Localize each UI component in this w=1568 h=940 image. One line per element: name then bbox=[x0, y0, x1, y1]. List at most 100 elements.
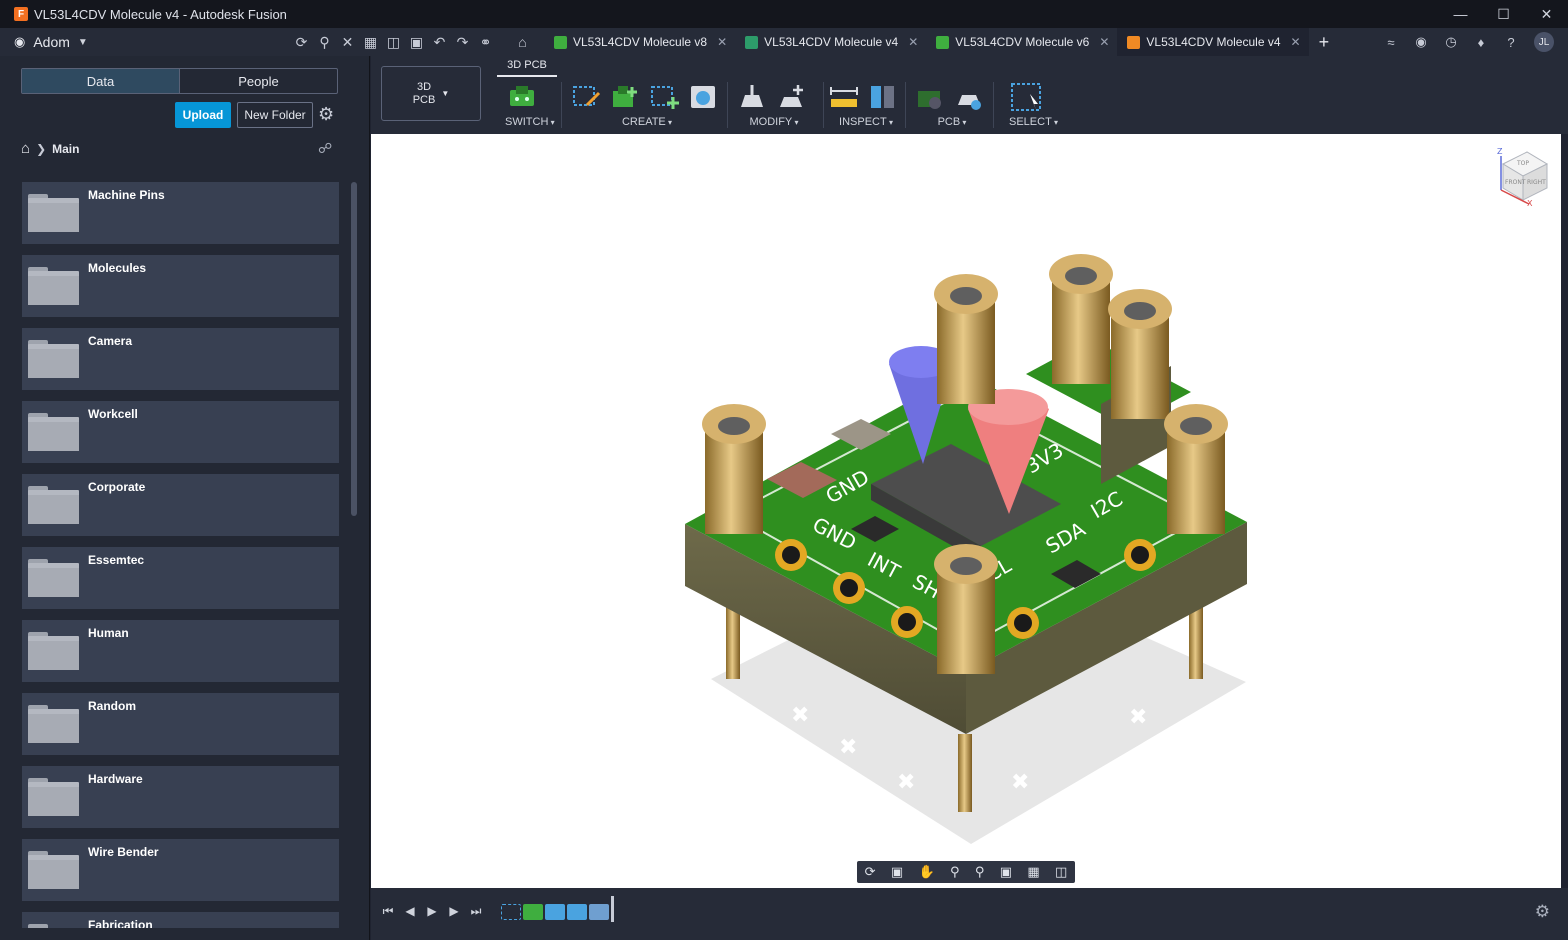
section-analysis-icon[interactable] bbox=[866, 82, 900, 112]
tab-document-1[interactable]: VL53L4CDV Molecule v8 ✕ bbox=[544, 28, 735, 56]
workspace-switcher[interactable]: 3D PCB ▼ bbox=[381, 66, 481, 121]
fit-icon[interactable]: ⚲ bbox=[975, 864, 985, 880]
move-component-icon[interactable] bbox=[774, 82, 808, 112]
timeline-model-icon[interactable] bbox=[589, 904, 609, 920]
play-icon[interactable]: ▶ bbox=[421, 902, 443, 920]
tab-document-4[interactable]: VL53L4CDV Molecule v4 ✕ bbox=[1117, 28, 1309, 56]
redo-icon[interactable]: ↷ bbox=[451, 30, 474, 54]
orbit-icon[interactable]: ⟳ bbox=[865, 864, 876, 880]
job-status-icon[interactable]: ◷ bbox=[1436, 30, 1466, 54]
user-avatar[interactable]: JL bbox=[1534, 32, 1554, 52]
list-item[interactable]: Hardware bbox=[22, 766, 339, 828]
timeline-settings-icon[interactable]: ⚙ bbox=[1535, 902, 1550, 922]
select-label[interactable]: SELECT bbox=[1009, 116, 1058, 128]
save-icon[interactable]: ▣ bbox=[405, 30, 428, 54]
help-icon[interactable]: ? bbox=[1496, 30, 1526, 54]
sketch-outline-icon[interactable] bbox=[569, 82, 603, 112]
go-to-end-icon[interactable]: ⏭ bbox=[465, 902, 487, 920]
home-icon[interactable]: ⌂ bbox=[21, 140, 30, 157]
close-panel-icon[interactable]: ✕ bbox=[336, 30, 359, 54]
folder-list-scrollbar[interactable] bbox=[351, 182, 357, 516]
tab-document-2[interactable]: VL53L4CDV Molecule v4 ✕ bbox=[735, 28, 926, 56]
globe-icon[interactable]: ☍ bbox=[318, 140, 332, 157]
look-at-icon[interactable]: ▣ bbox=[891, 864, 903, 880]
new-folder-button[interactable]: New Folder bbox=[237, 102, 313, 128]
close-tab-icon[interactable]: ✕ bbox=[908, 35, 918, 49]
pcb-settings-icon[interactable] bbox=[952, 82, 986, 112]
create-component-icon[interactable] bbox=[608, 82, 642, 112]
insert-model-icon[interactable] bbox=[686, 82, 720, 112]
folder-icon bbox=[28, 559, 79, 597]
modify-label[interactable]: MODIFY bbox=[735, 116, 813, 128]
online-status-icon[interactable]: ◉ bbox=[1406, 30, 1436, 54]
modify-group: MODIFY bbox=[735, 78, 813, 130]
measure-icon[interactable] bbox=[827, 82, 861, 112]
timeline-image-icon[interactable] bbox=[567, 904, 587, 920]
switch-board-icon[interactable] bbox=[505, 82, 539, 112]
board-3d-model[interactable]: ✖ ✖ ✖ ✖ ✖ GND INT SHO GND CL SDA 3V3 I2C… bbox=[371, 134, 1561, 888]
create-outline-icon[interactable] bbox=[647, 82, 681, 112]
undo-icon[interactable]: ↶ bbox=[428, 30, 451, 54]
canvas-viewport[interactable]: ✖ ✖ ✖ ✖ ✖ GND INT SHO GND CL SDA 3V3 I2C… bbox=[371, 134, 1561, 888]
create-label[interactable]: CREATE bbox=[569, 116, 725, 128]
timeline-marker[interactable] bbox=[611, 896, 614, 922]
grid-icon[interactable]: ▦ bbox=[1027, 864, 1039, 880]
list-item[interactable]: Camera bbox=[22, 328, 339, 390]
list-item[interactable]: Machine Pins bbox=[22, 182, 339, 244]
toolbar-separator bbox=[905, 82, 906, 128]
switch-label[interactable]: SWITCH bbox=[505, 116, 555, 128]
inspect-label[interactable]: INSPECT bbox=[827, 116, 905, 128]
close-button[interactable]: ✕ bbox=[1525, 0, 1568, 28]
list-item[interactable]: Fabrication bbox=[22, 912, 339, 928]
close-tab-icon[interactable]: ✕ bbox=[717, 35, 727, 49]
tab-data[interactable]: Data bbox=[22, 69, 179, 93]
list-item[interactable]: Human bbox=[22, 620, 339, 682]
search-icon[interactable]: ⚲ bbox=[313, 30, 336, 54]
close-tab-icon[interactable]: ✕ bbox=[1291, 35, 1301, 49]
tab-document-3[interactable]: VL53L4CDV Molecule v6 ✕ bbox=[926, 28, 1117, 56]
link-icon[interactable]: ⚭ bbox=[474, 30, 497, 54]
minimize-button[interactable]: — bbox=[1439, 0, 1482, 28]
apps-grid-icon[interactable]: ▦ bbox=[359, 30, 382, 54]
pan-icon[interactable]: ✋ bbox=[919, 864, 935, 880]
close-tab-icon[interactable]: ✕ bbox=[1099, 35, 1109, 49]
refresh-icon[interactable]: ⟳ bbox=[290, 30, 313, 54]
zoom-icon[interactable]: ⚲ bbox=[950, 864, 960, 880]
list-item[interactable]: Molecules bbox=[22, 255, 339, 317]
extensions-icon[interactable]: ≈ bbox=[1376, 30, 1406, 54]
fusion-logo-icon: F bbox=[14, 7, 28, 21]
file-menu-icon[interactable]: ◫ bbox=[382, 30, 405, 54]
gear-icon[interactable]: ⚙ bbox=[318, 104, 334, 125]
timeline-sketch-icon[interactable] bbox=[501, 904, 521, 920]
breadcrumb-current[interactable]: Main bbox=[52, 142, 79, 156]
step-forward-icon[interactable]: ▶ bbox=[443, 902, 465, 920]
tab-3d-pcb[interactable]: 3D PCB bbox=[497, 59, 557, 71]
list-item[interactable]: Wire Bender bbox=[22, 839, 339, 901]
maximize-button[interactable]: ☐ bbox=[1482, 0, 1525, 28]
viewports-icon[interactable]: ◫ bbox=[1055, 864, 1067, 880]
list-item[interactable]: Corporate bbox=[22, 474, 339, 536]
list-item[interactable]: Random bbox=[22, 693, 339, 755]
upload-button[interactable]: Upload bbox=[175, 102, 231, 128]
tab-people[interactable]: People bbox=[179, 69, 337, 93]
step-back-icon[interactable]: ◀ bbox=[399, 902, 421, 920]
folder-name: Workcell bbox=[88, 407, 138, 421]
breadcrumb: ⌂ ❯ Main bbox=[21, 140, 79, 157]
notifications-icon[interactable]: ♦ bbox=[1466, 30, 1496, 54]
new-tab-button[interactable]: + bbox=[1309, 28, 1338, 56]
go-to-start-icon[interactable]: ⏮ bbox=[377, 902, 399, 920]
svg-text:✖: ✖ bbox=[791, 703, 809, 728]
home-icon[interactable]: ⌂ bbox=[511, 30, 534, 54]
team-switcher[interactable]: ◉ Adom ▼ bbox=[14, 34, 290, 50]
view-cube[interactable]: TOP FRONT RIGHT Z X bbox=[1497, 147, 1549, 208]
window-select-icon[interactable] bbox=[1009, 82, 1043, 112]
timeline-image-icon[interactable] bbox=[545, 904, 565, 920]
display-settings-icon[interactable]: ▣ bbox=[1000, 864, 1012, 880]
pcb-sync-icon[interactable] bbox=[913, 82, 947, 112]
timeline-component-icon[interactable] bbox=[523, 904, 543, 920]
list-item[interactable]: Workcell bbox=[22, 401, 339, 463]
push-pull-icon[interactable] bbox=[735, 82, 769, 112]
list-item[interactable]: Essemtec bbox=[22, 547, 339, 609]
axis-x-label: X bbox=[1527, 199, 1533, 208]
pcb-label[interactable]: PCB bbox=[913, 116, 991, 128]
